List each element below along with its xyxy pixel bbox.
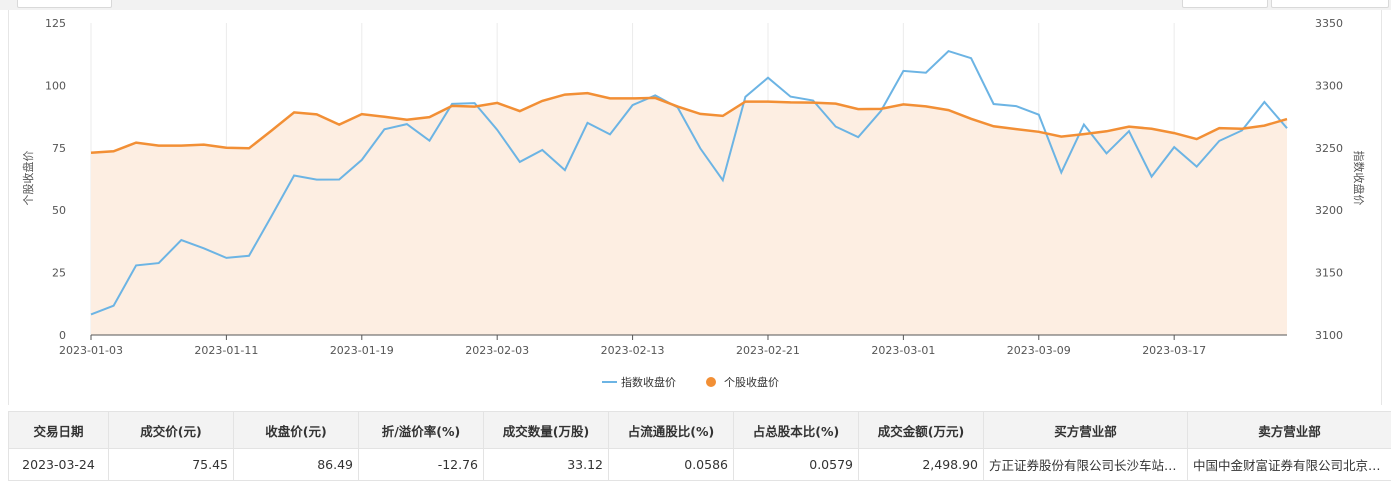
col-header-total-ratio: 占总股本比(%) bbox=[734, 412, 859, 449]
y-left-tick-label: 25 bbox=[52, 267, 66, 280]
legend-index-label[interactable]: 指数收盘价 bbox=[621, 375, 676, 389]
right-y-axis-ticks: 3100 3150 3200 3250 3300 3350 bbox=[1315, 17, 1343, 342]
price-chart: 2023-01-03 2023-01-11 2023-01-19 2023-02-03… bbox=[0, 0, 1391, 405]
table-row: 2023-03-24 75.45 86.49 -12.76 33.12 0.05… bbox=[9, 449, 1391, 481]
x-tick-label: 2023-02-21 bbox=[736, 344, 800, 357]
cell-seller[interactable]: 中国中金财富证券有限公司北京宋庄路证券营业部 bbox=[1188, 449, 1391, 481]
col-header-trade-price: 成交价(元) bbox=[109, 412, 234, 449]
x-tick-label: 2023-01-03 bbox=[59, 344, 123, 357]
col-header-premium: 折/溢价率(%) bbox=[359, 412, 484, 449]
right-y-axis-title: 指数收盘价 bbox=[1352, 151, 1366, 206]
x-tick-label: 2023-03-17 bbox=[1142, 344, 1206, 357]
legend[interactable]: 指数收盘价 个股收盘价 bbox=[602, 375, 779, 389]
cell-buyer[interactable]: 方正证券股份有限公司长沙车站北路证券营业部 bbox=[984, 449, 1188, 481]
table-header-row: 交易日期 成交价(元) 收盘价(元) 折/溢价率(%) 成交数量(万股) 占流通… bbox=[9, 412, 1391, 449]
y-right-tick-label: 3150 bbox=[1315, 267, 1343, 280]
col-header-close-price: 收盘价(元) bbox=[234, 412, 359, 449]
col-header-date: 交易日期 bbox=[9, 412, 109, 449]
col-header-float-ratio: 占流通股比(%) bbox=[609, 412, 734, 449]
x-axis-ticks: 2023-01-03 2023-01-11 2023-01-19 2023-02-03… bbox=[59, 335, 1206, 357]
y-left-tick-label: 100 bbox=[45, 79, 66, 92]
cell-date: 2023-03-24 bbox=[9, 449, 109, 481]
cell-float-ratio: 0.0586 bbox=[609, 449, 734, 481]
legend-stock-swatch bbox=[706, 377, 716, 387]
y-right-tick-label: 3350 bbox=[1315, 17, 1343, 30]
y-left-tick-label: 75 bbox=[52, 142, 66, 155]
x-tick-label: 2023-02-03 bbox=[465, 344, 529, 357]
y-right-tick-label: 3250 bbox=[1315, 142, 1343, 155]
cell-premium: -12.76 bbox=[359, 449, 484, 481]
x-tick-label: 2023-02-13 bbox=[601, 344, 665, 357]
y-right-tick-label: 3100 bbox=[1315, 329, 1343, 342]
left-y-axis-ticks: 0 25 50 75 100 125 bbox=[45, 17, 66, 342]
cell-total-ratio: 0.0579 bbox=[734, 449, 859, 481]
cell-trade-price: 75.45 bbox=[109, 449, 234, 481]
legend-stock-label[interactable]: 个股收盘价 bbox=[724, 375, 779, 389]
x-tick-label: 2023-01-11 bbox=[194, 344, 258, 357]
col-header-volume: 成交数量(万股) bbox=[484, 412, 609, 449]
y-left-tick-label: 125 bbox=[45, 17, 66, 30]
col-header-amount: 成交金额(万元) bbox=[859, 412, 984, 449]
col-header-seller: 卖方营业部 bbox=[1188, 412, 1391, 449]
x-tick-label: 2023-01-19 bbox=[330, 344, 394, 357]
x-tick-label: 2023-03-01 bbox=[871, 344, 935, 357]
cell-close-price: 86.49 bbox=[234, 449, 359, 481]
cell-amount: 2,498.90 bbox=[859, 449, 984, 481]
col-header-buyer: 买方营业部 bbox=[984, 412, 1188, 449]
block-trade-table: 交易日期 成交价(元) 收盘价(元) 折/溢价率(%) 成交数量(万股) 占流通… bbox=[8, 411, 1391, 481]
y-right-tick-label: 3300 bbox=[1315, 79, 1343, 92]
y-left-tick-label: 50 bbox=[52, 204, 66, 217]
left-y-axis-title: 个股收盘价 bbox=[21, 151, 35, 206]
y-right-tick-label: 3200 bbox=[1315, 204, 1343, 217]
x-tick-label: 2023-03-09 bbox=[1007, 344, 1071, 357]
y-left-tick-label: 0 bbox=[59, 329, 66, 342]
cell-volume: 33.12 bbox=[484, 449, 609, 481]
